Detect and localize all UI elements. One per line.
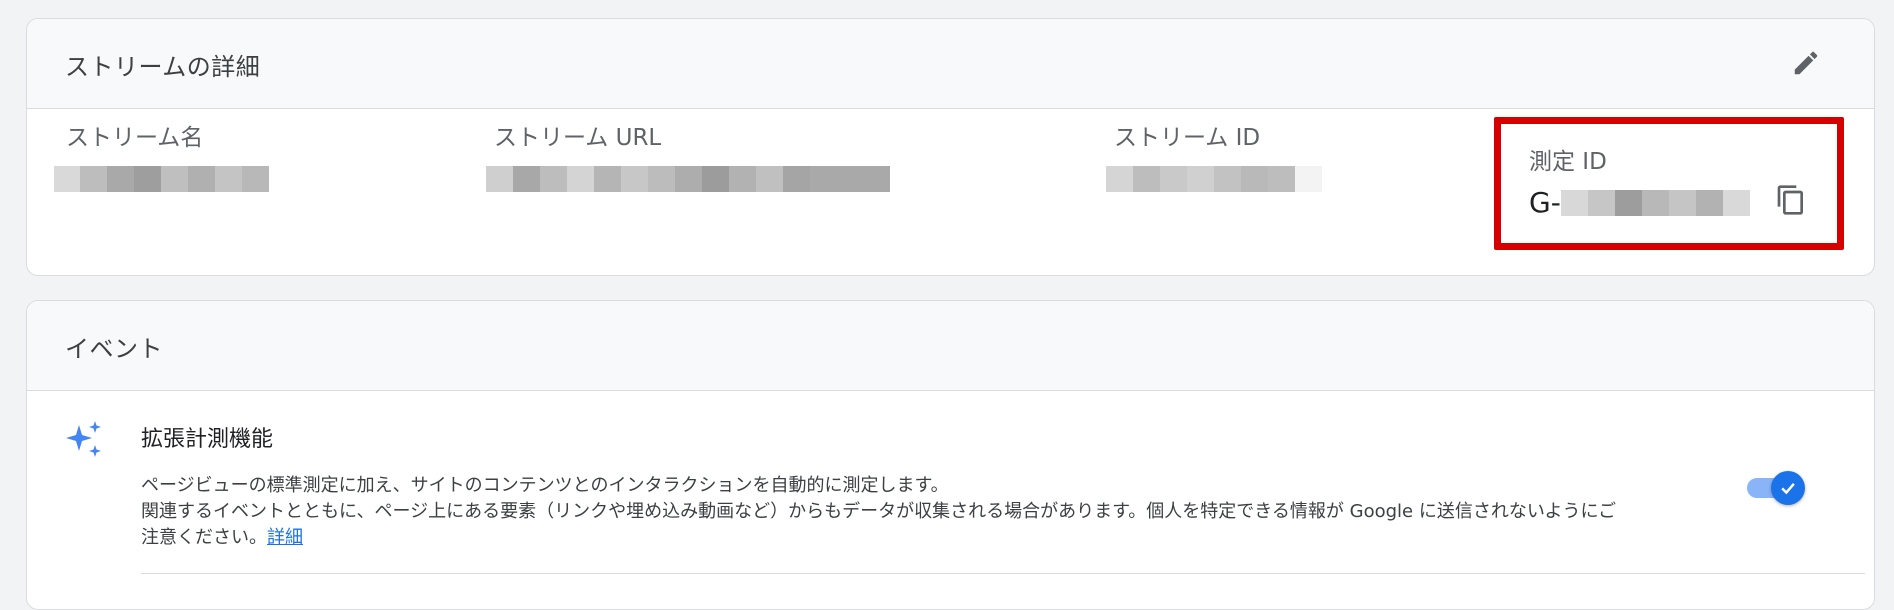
stream-name-label: ストリーム名 xyxy=(66,125,204,151)
enhanced-measurement-description: ページビューの標準測定に加え、サイトのコンテンツとのインタラクションを自動的に測… xyxy=(141,473,1781,551)
measurement-id-value: G- xyxy=(1529,186,1750,219)
description-line-1: ページビューの標準測定に加え、サイトのコンテンツとのインタラクションを自動的に測… xyxy=(141,475,949,496)
divider xyxy=(141,573,1865,574)
stream-url-label: ストリーム URL xyxy=(494,125,662,151)
stream-id-value-redacted xyxy=(1106,166,1322,192)
description-line-2: 関連するイベントとともに、ページ上にある要素（リンクや埋め込み動画など）からもデ… xyxy=(141,501,1617,522)
stream-name-field: ストリーム名 xyxy=(66,118,203,152)
description-line-3-text: 注意ください。 xyxy=(141,527,267,548)
stream-details-title: ストリームの詳細 xyxy=(65,53,261,81)
edit-button[interactable] xyxy=(1786,43,1826,83)
enhanced-measurement-title: 拡張計測機能 xyxy=(141,427,274,452)
measurement-id-prefix: G- xyxy=(1529,186,1561,219)
stream-url-value-redacted xyxy=(486,166,890,192)
stream-name-value-redacted xyxy=(54,166,269,192)
events-title: イベント xyxy=(65,335,163,363)
sparkle-icon xyxy=(65,419,105,463)
stream-url-field: ストリーム URL xyxy=(494,118,661,152)
stream-id-field: ストリーム ID xyxy=(1114,118,1260,152)
enhanced-measurement-toggle[interactable] xyxy=(1747,471,1807,505)
copy-icon xyxy=(1777,185,1803,215)
events-header: イベント xyxy=(27,301,1874,391)
measurement-id-label: 測定 ID xyxy=(1529,149,1607,175)
stream-details-header: ストリームの詳細 xyxy=(27,19,1874,109)
check-icon xyxy=(1781,483,1795,495)
copy-button[interactable] xyxy=(1771,180,1811,220)
events-card: イベント 拡張計測機能 ページビューの標準測定に加え、サイトのコンテンツとのイン… xyxy=(26,300,1875,610)
description-line-3: 注意ください。詳細 xyxy=(141,525,1781,551)
measurement-id-highlight: 測定 ID G- xyxy=(1494,117,1844,250)
measurement-id-redacted xyxy=(1560,189,1750,216)
details-link[interactable]: 詳細 xyxy=(267,527,303,548)
pencil-icon xyxy=(1794,51,1818,75)
toggle-knob xyxy=(1771,471,1805,505)
stream-id-label: ストリーム ID xyxy=(1114,125,1261,151)
